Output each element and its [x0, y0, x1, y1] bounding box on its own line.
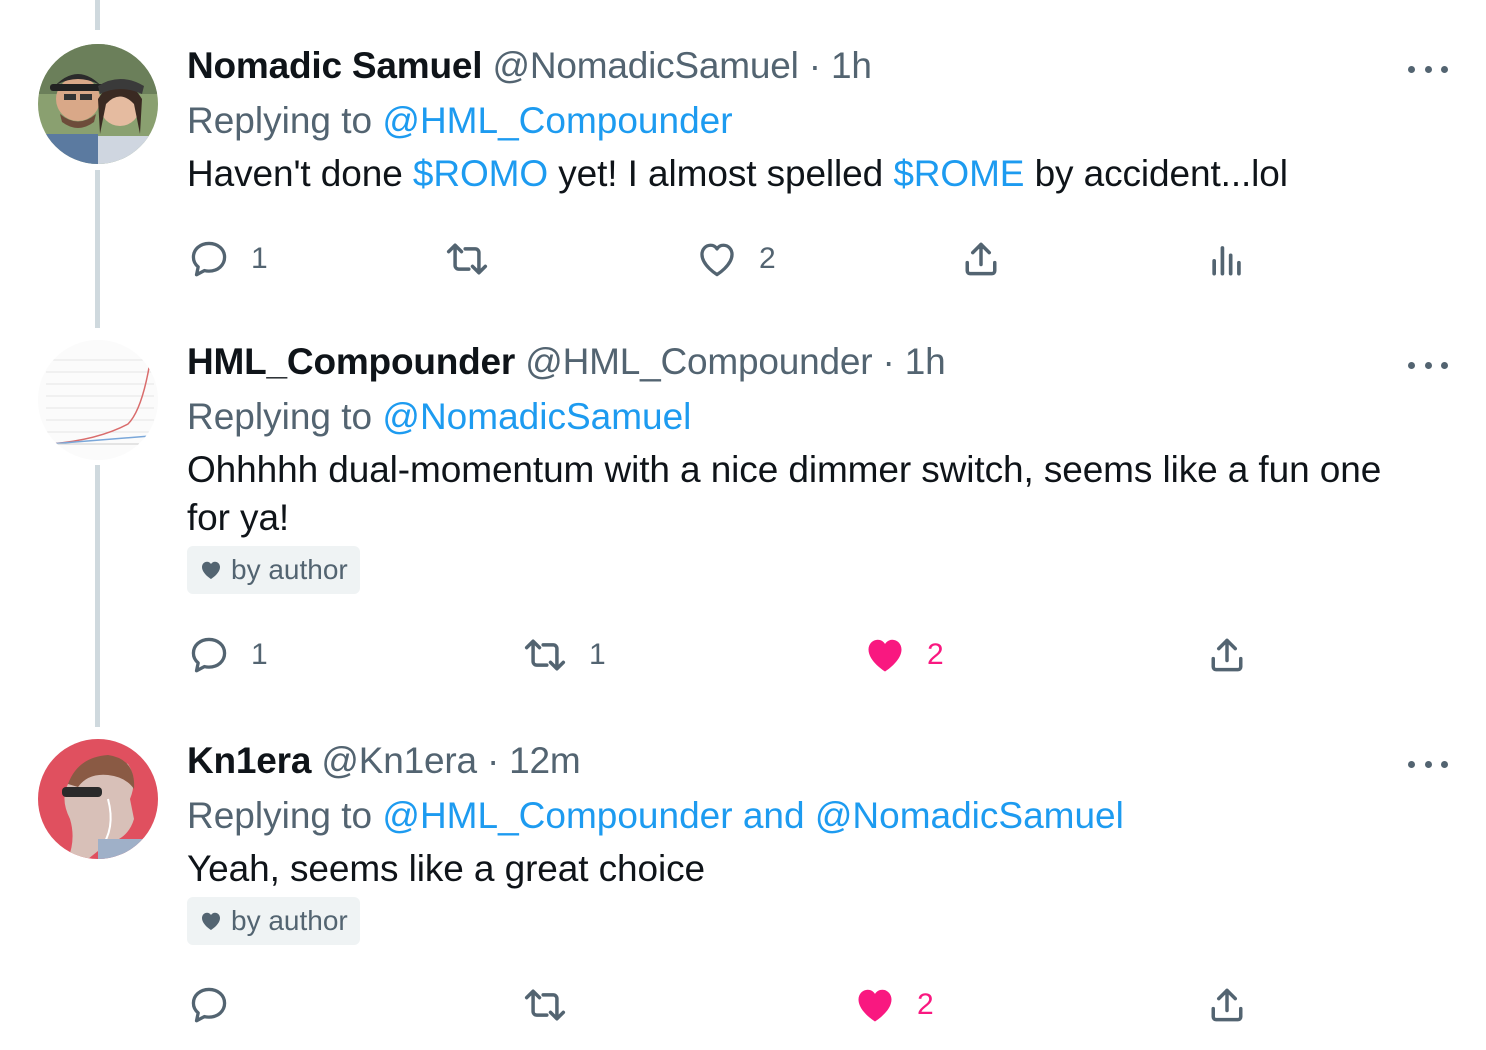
- heart-icon: [868, 639, 902, 672]
- replying-prefix: Replying to: [187, 100, 373, 141]
- replying-to: Replying to @HML_Compounder: [187, 99, 1446, 143]
- share-upload-icon: [1211, 638, 1243, 672]
- replying-target-link[interactable]: @NomadicSamuel: [382, 396, 691, 437]
- user-handle[interactable]: @Kn1era: [321, 740, 477, 781]
- share-button[interactable]: [1205, 630, 1249, 680]
- heart-icon: [700, 243, 734, 277]
- reply-bubble-icon: [191, 241, 227, 277]
- reply-bubble-icon: [191, 987, 227, 1023]
- tweet-text-segment: by accident...lol: [1024, 153, 1288, 194]
- tweet-actions: 2: [187, 980, 1287, 1030]
- like-count: 2: [759, 242, 776, 275]
- replying-to: Replying to @HML_Compounder and @Nomadic…: [187, 794, 1446, 838]
- display-name[interactable]: HML_Compounder: [187, 341, 515, 382]
- retweet-button[interactable]: [443, 234, 491, 284]
- share-button[interactable]: [959, 234, 1003, 284]
- cashtag-link[interactable]: $ROMO: [413, 153, 548, 194]
- replying-target-link[interactable]: @HML_Compounder and @NomadicSamuel: [382, 795, 1123, 836]
- badge-label: by author: [231, 905, 348, 936]
- timestamp[interactable]: 12m: [509, 740, 581, 781]
- like-button[interactable]: 2: [863, 630, 944, 680]
- tweet-header: Kn1era @Kn1era · 12m: [187, 739, 1446, 783]
- retweet-button[interactable]: [521, 980, 569, 1030]
- tweet-header: Nomadic Samuel @NomadicSamuel · 1h: [187, 44, 1446, 88]
- like-count: 2: [927, 638, 944, 671]
- replying-prefix: Replying to: [187, 795, 373, 836]
- separator-dot: ·: [486, 740, 500, 781]
- like-count: 2: [917, 988, 934, 1021]
- more-dots-icon[interactable]: [1408, 54, 1448, 84]
- tweet-actions: 1 2: [187, 234, 1287, 284]
- share-upload-icon: [1211, 988, 1243, 1022]
- replying-prefix: Replying to: [187, 396, 373, 437]
- tweet-text: Ohhhhh dual-momentum with a nice dimmer …: [187, 449, 1382, 538]
- reply-count: 1: [251, 242, 268, 275]
- heart-icon: [202, 912, 220, 930]
- like-button[interactable]: 2: [853, 980, 934, 1030]
- more-dots-icon[interactable]: [1408, 350, 1448, 380]
- user-handle[interactable]: @HML_Compounder: [525, 341, 872, 382]
- liked-by-author-badge: by author: [187, 897, 360, 945]
- badge-label: by author: [231, 554, 348, 585]
- tweet-actions: 1 1 2: [187, 630, 1287, 680]
- timestamp[interactable]: 1h: [831, 45, 872, 86]
- tweet-kn1era[interactable]: Kn1era @Kn1era · 12m Replying to @HML_Co…: [0, 739, 1486, 1039]
- heart-icon: [202, 561, 220, 579]
- share-upload-icon: [965, 242, 997, 276]
- display-name[interactable]: Kn1era: [187, 740, 311, 781]
- tweet-hml-compounder[interactable]: HML_Compounder @HML_Compounder · 1h Repl…: [0, 340, 1486, 710]
- timestamp[interactable]: 1h: [905, 341, 946, 382]
- tweet-text-segment: yet! I almost spelled: [548, 153, 894, 194]
- replying-to: Replying to @NomadicSamuel: [187, 395, 1446, 439]
- tweet-header: HML_Compounder @HML_Compounder · 1h: [187, 340, 1446, 384]
- reply-bubble-icon: [191, 637, 227, 673]
- retweet-count: 1: [589, 638, 606, 671]
- tweet-nomadic-samuel[interactable]: Nomadic Samuel @NomadicSamuel · 1h Reply…: [0, 44, 1486, 324]
- tweet-text: Haven't done $ROMO yet! I almost spelled…: [187, 150, 1446, 198]
- tweet-text: Yeah, seems like a great choice: [187, 848, 705, 889]
- share-button[interactable]: [1205, 980, 1249, 1030]
- retweet-arrows-icon: [524, 639, 566, 671]
- separator-dot: ·: [808, 45, 821, 86]
- bar-chart-icon: [1212, 246, 1241, 276]
- cashtag-link[interactable]: $ROME: [893, 153, 1024, 194]
- analytics-button[interactable]: [1205, 234, 1249, 284]
- reply-button[interactable]: 1: [187, 630, 268, 680]
- thread-line-top: [95, 0, 100, 30]
- avatar[interactable]: [38, 340, 158, 460]
- retweet-arrows-icon: [524, 989, 566, 1021]
- retweet-arrows-icon: [446, 243, 488, 275]
- reply-count: 1: [251, 638, 268, 671]
- replying-target-link[interactable]: @HML_Compounder: [382, 100, 732, 141]
- avatar[interactable]: [38, 739, 158, 859]
- retweet-button[interactable]: 1: [521, 630, 606, 680]
- separator-dot: ·: [882, 341, 895, 382]
- reply-button[interactable]: [187, 980, 231, 1030]
- user-handle[interactable]: @NomadicSamuel: [492, 45, 798, 86]
- liked-by-author-badge: by author: [187, 546, 360, 594]
- display-name[interactable]: Nomadic Samuel: [187, 45, 483, 86]
- tweet-text-segment: Haven't done: [187, 153, 413, 194]
- like-button[interactable]: 2: [695, 234, 776, 284]
- more-dots-icon[interactable]: [1408, 749, 1448, 779]
- reply-button[interactable]: 1: [187, 234, 268, 284]
- heart-icon: [858, 989, 892, 1022]
- avatar[interactable]: [38, 44, 158, 164]
